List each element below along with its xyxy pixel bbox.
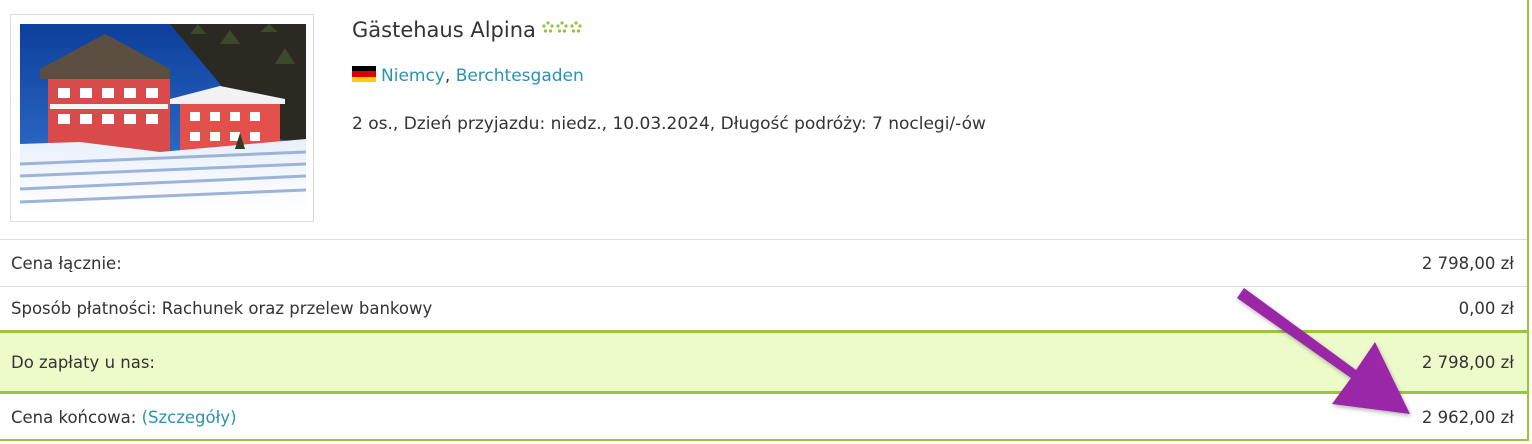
hotel-title: Gästehaus Alpina bbox=[352, 18, 582, 42]
total-price-value: 2 798,00 zł bbox=[1421, 253, 1514, 273]
star-icon bbox=[542, 21, 554, 33]
hotel-photo bbox=[20, 24, 306, 214]
final-price-label: Cena końcowa: bbox=[11, 408, 137, 427]
final-price-value: 2 962,00 zł bbox=[1421, 408, 1514, 427]
total-price-label: Cena łącznie: bbox=[11, 253, 122, 273]
star-icon bbox=[556, 21, 568, 33]
location-separator: , bbox=[444, 66, 451, 86]
booking-summary-card: Gästehaus Alpina Niemcy, Berchtesgaden 2… bbox=[0, 0, 1529, 441]
final-price-row: Cena końcowa: (Szczegóły) 2 962,00 zł bbox=[0, 394, 1527, 441]
germany-flag-icon bbox=[352, 66, 376, 82]
city-link[interactable]: Berchtesgaden bbox=[456, 66, 584, 86]
star-rating bbox=[542, 21, 582, 33]
payment-method-row: Sposób płatności: Rachunek oraz przelew … bbox=[0, 286, 1527, 330]
payment-method-label: Sposób płatności: Rachunek oraz przelew … bbox=[11, 299, 433, 318]
hotel-name: Gästehaus Alpina bbox=[352, 18, 536, 42]
payment-method-value: 0,00 zł bbox=[1458, 299, 1514, 318]
star-icon bbox=[570, 21, 582, 33]
total-price-row: Cena łącznie: 2 798,00 zł bbox=[0, 239, 1527, 286]
amount-due-label: Do zapłaty u nas: bbox=[11, 352, 155, 372]
hotel-header: Gästehaus Alpina Niemcy, Berchtesgaden 2… bbox=[0, 0, 1527, 239]
hotel-location: Niemcy, Berchtesgaden bbox=[352, 66, 584, 86]
final-price-text: Cena końcowa: (Szczegóły) bbox=[11, 408, 237, 427]
travel-info: 2 os., Dzień przyjazdu: niedz., 10.03.20… bbox=[352, 114, 986, 134]
price-details-link[interactable]: (Szczegóły) bbox=[142, 408, 237, 427]
country-link[interactable]: Niemcy bbox=[381, 66, 445, 86]
amount-due-row: Do zapłaty u nas: 2 798,00 zł bbox=[0, 330, 1527, 394]
amount-due-value: 2 798,00 zł bbox=[1421, 352, 1514, 372]
hotel-photo-frame[interactable] bbox=[10, 14, 314, 222]
